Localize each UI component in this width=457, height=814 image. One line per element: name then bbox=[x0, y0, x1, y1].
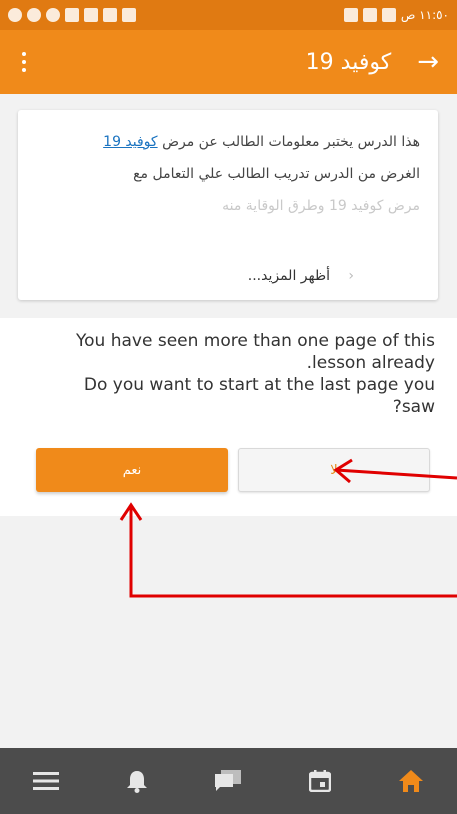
resume-prompt-text: You have seen more than one page of this… bbox=[76, 331, 435, 417]
show-more-link[interactable]: أظهر المزيد... bbox=[248, 268, 330, 284]
card-line-2: الغرض من الدرس تدريب الطالب علي التعامل … bbox=[133, 166, 420, 182]
page-title: كوفيد 19 bbox=[305, 49, 392, 75]
app-bar-title-wrap: كوفيد 19 → bbox=[306, 49, 439, 75]
menu-icon[interactable] bbox=[26, 761, 66, 801]
whatsapp-icon bbox=[8, 8, 22, 22]
status-bar: ١١:٥٠ ص bbox=[0, 0, 457, 30]
covid-link[interactable]: كوفيد 19 bbox=[103, 134, 157, 150]
status-icons-left bbox=[8, 8, 136, 22]
chat-icon[interactable] bbox=[208, 761, 248, 801]
more-options-icon[interactable] bbox=[18, 52, 30, 72]
app-bar: كوفيد 19 → bbox=[0, 30, 457, 94]
sync-icon bbox=[27, 8, 41, 22]
photo-icon bbox=[84, 8, 98, 22]
bottom-navigation bbox=[0, 748, 457, 814]
battery-icon bbox=[381, 8, 396, 22]
card-line-1: هذا الدرس يختبر معلومات الطالب عن مرض كو… bbox=[103, 134, 420, 150]
calendar-icon[interactable] bbox=[300, 761, 340, 801]
chevron-left-icon[interactable]: ‹ bbox=[348, 268, 354, 284]
wifi-icon bbox=[343, 8, 358, 22]
bell-icon[interactable] bbox=[117, 761, 157, 801]
card-line-3-faded: مرض كوفيد 19 وطرق الوقاية منه bbox=[222, 198, 420, 214]
news-icon bbox=[103, 8, 117, 22]
home-icon[interactable] bbox=[391, 761, 431, 801]
no-button[interactable]: لا bbox=[238, 448, 430, 492]
yes-button[interactable]: نعم bbox=[36, 448, 228, 492]
facebook-icon bbox=[46, 8, 60, 22]
status-icons-right: ١١:٥٠ ص bbox=[343, 8, 449, 22]
gallery-icon bbox=[122, 8, 136, 22]
signal-icon bbox=[362, 8, 377, 22]
back-arrow-icon[interactable]: → bbox=[417, 49, 439, 75]
status-time: ١١:٥٠ ص bbox=[400, 8, 449, 22]
notification-icon bbox=[65, 8, 79, 22]
lesson-description-card: هذا الدرس يختبر معلومات الطالب عن مرض كو… bbox=[18, 110, 438, 300]
